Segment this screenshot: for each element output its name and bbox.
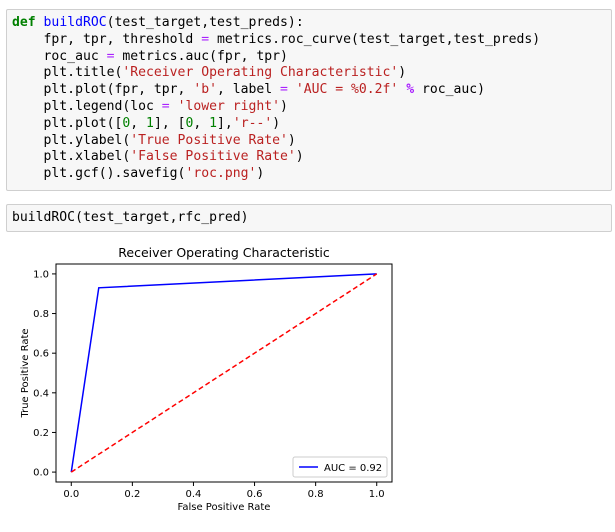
roc-chart: Receiver Operating Characteristic 0.0 0.2… xyxy=(20,245,393,513)
code-token: plt.legend(loc xyxy=(12,98,162,114)
code-token: 'roc.png' xyxy=(185,166,257,182)
y-tick-label: 1.0 xyxy=(33,269,49,280)
code-cell-buildroc-definition[interactable]: def buildROC(test_target,test_preds): fp… xyxy=(6,9,612,191)
code-editor[interactable]: def buildROC(test_target,test_preds): fp… xyxy=(7,10,611,183)
y-tick-label: 0.6 xyxy=(33,349,49,360)
x-tick-label: 0.8 xyxy=(308,489,324,500)
code-token: plt.gcf().savefig( xyxy=(12,166,186,182)
code-cell-buildroc-call[interactable]: buildROC(test_target,rfc_pred) xyxy=(6,204,612,232)
code-token: plt.plot(fpr, tpr, xyxy=(12,82,194,98)
code-line[interactable]: plt.plot(fpr, tpr, 'b', label = 'AUC = %… xyxy=(12,82,611,99)
code-token: plt.xlabel( xyxy=(12,149,131,165)
chart-series xyxy=(70,273,378,473)
code-token: 'True Positive Rate' xyxy=(130,132,288,148)
code-line[interactable]: plt.title('Receiver Operating Characteri… xyxy=(12,65,611,82)
code-line[interactable]: buildROC(test_target,rfc_pred) xyxy=(12,210,611,227)
code-token: plt.ylabel( xyxy=(12,132,131,148)
code-token: ], [ xyxy=(153,115,186,131)
code-line[interactable]: plt.plot([0, 1], [0, 1],'r--') xyxy=(12,116,611,133)
code-line[interactable]: def buildROC(test_target,test_preds): xyxy=(12,15,611,32)
chance-diagonal-line xyxy=(70,273,378,473)
code-token: ) xyxy=(398,65,407,81)
code-token: buildROC(test_target,rfc_pred) xyxy=(12,210,249,225)
code-token: def xyxy=(12,15,36,30)
code-token: fpr, tpr, threshold xyxy=(12,31,202,47)
code-token: buildROC xyxy=(43,15,107,30)
code-token: ) xyxy=(280,98,288,114)
code-token: % xyxy=(406,82,415,98)
code-line[interactable]: plt.xlabel('False Positive Rate') xyxy=(12,149,611,166)
code-token: plt.plot([ xyxy=(12,115,123,131)
code-token: ) xyxy=(256,166,265,182)
code-token: = xyxy=(106,48,115,64)
code-token: (test_target,test_preds): xyxy=(106,15,304,30)
roc-curve-line xyxy=(70,273,377,473)
y-tick-label: 0.0 xyxy=(33,468,49,479)
y-axis-ticks: 0.0 0.2 0.4 0.6 0.8 1.0 xyxy=(33,269,56,479)
legend-label: AUC = 0.92 xyxy=(324,463,382,474)
code-token: 'False Positive Rate' xyxy=(130,149,296,165)
code-editor[interactable]: buildROC(test_target,rfc_pred) xyxy=(7,205,611,227)
y-tick-label: 0.2 xyxy=(33,428,49,439)
code-token: ], xyxy=(217,115,233,131)
x-axis-ticks: 0.0 0.2 0.4 0.6 0.8 1.0 xyxy=(63,482,385,500)
x-tick-label: 1.0 xyxy=(369,489,385,500)
x-axis-label: False Positive Rate xyxy=(178,502,271,513)
code-token: 1 xyxy=(146,115,154,131)
code-token: roc_auc) xyxy=(414,82,486,98)
code-token: , xyxy=(193,115,210,131)
legend: AUC = 0.92 xyxy=(292,456,388,478)
code-token: , label xyxy=(216,82,281,98)
code-token: metrics.roc_curve(test_target,test_preds… xyxy=(209,31,541,47)
code-token: 'r--' xyxy=(232,115,273,131)
code-token: = xyxy=(280,82,288,98)
code-token: ) xyxy=(287,132,296,148)
cell-output-plot: Receiver Operating Characteristic 0.0 0.2… xyxy=(0,240,615,528)
x-tick-label: 0.4 xyxy=(186,489,202,500)
x-tick-label: 0.0 xyxy=(63,489,79,500)
code-token: 'AUC = %0.2f' xyxy=(295,82,399,98)
code-line[interactable]: plt.ylabel('True Positive Rate') xyxy=(12,133,611,150)
code-token: plt.title( xyxy=(12,65,123,81)
x-tick-label: 0.2 xyxy=(124,489,140,500)
code-line[interactable]: plt.legend(loc = 'lower right') xyxy=(12,99,611,116)
code-token: , xyxy=(130,115,147,131)
code-token: = xyxy=(161,98,170,114)
code-token: ) xyxy=(295,149,304,165)
code-token: 1 xyxy=(209,115,218,131)
code-token: 'lower right' xyxy=(177,98,281,114)
code-line[interactable]: plt.gcf().savefig('roc.png') xyxy=(12,166,611,183)
y-tick-label: 0.4 xyxy=(33,388,49,399)
code-token: 'Receiver Operating Characteristic' xyxy=(122,65,399,81)
code-token: ) xyxy=(272,115,281,131)
code-token: 'b' xyxy=(193,82,217,98)
code-line[interactable]: roc_auc = metrics.auc(fpr, tpr) xyxy=(12,49,611,66)
y-tick-label: 0.8 xyxy=(33,309,49,320)
code-token: metrics.auc(fpr, tpr) xyxy=(114,48,288,64)
chart-title: Receiver Operating Characteristic xyxy=(118,245,330,260)
code-token: roc_auc xyxy=(12,48,107,64)
x-tick-label: 0.6 xyxy=(247,489,263,500)
code-line[interactable]: fpr, tpr, threshold = metrics.roc_curve(… xyxy=(12,32,611,49)
y-axis-label: True Positive Rate xyxy=(20,328,31,418)
code-token: = xyxy=(201,31,210,47)
